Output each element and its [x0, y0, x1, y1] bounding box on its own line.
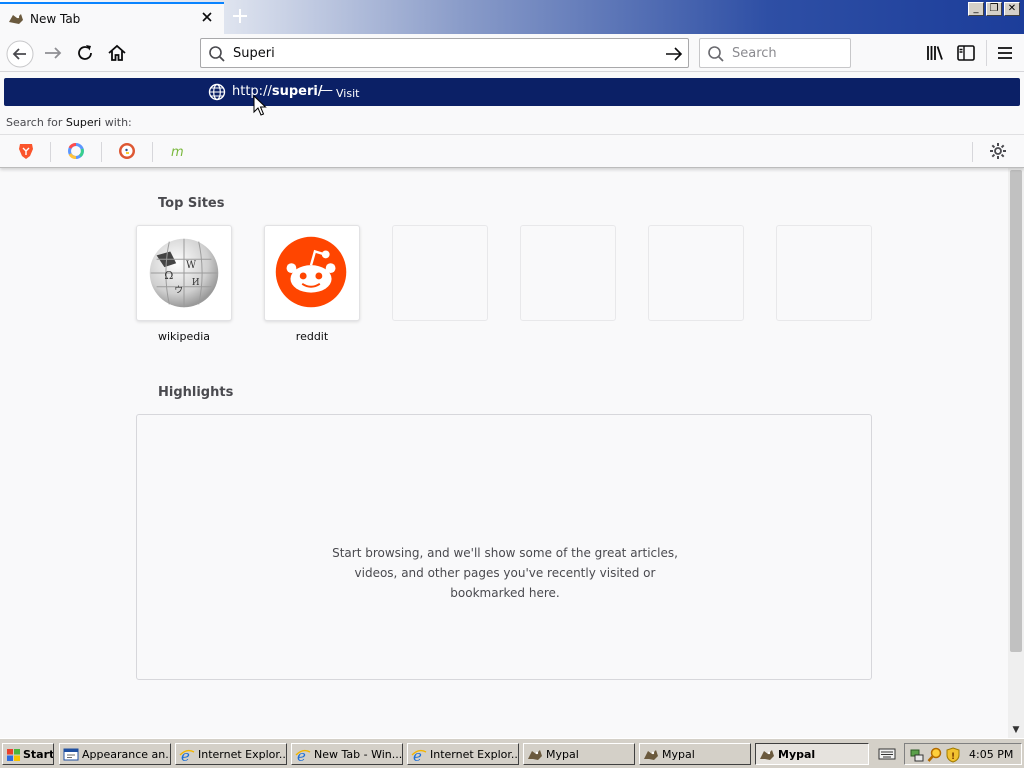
- mypal-favicon-icon: [9, 14, 23, 24]
- engine-separator: [101, 142, 102, 162]
- appearance-icon: [63, 748, 79, 761]
- highlights-empty-message: Start browsing, and we'll show some of t…: [332, 546, 678, 600]
- qwant-icon[interactable]: [66, 141, 86, 161]
- taskbar-button-mypal[interactable]: Mypal: [639, 743, 751, 765]
- autocomplete-selected-row[interactable]: http://superi/ — Visit: [4, 78, 1020, 106]
- system-tray: ! 4:05 PM: [904, 743, 1022, 765]
- reddit-icon: [275, 236, 347, 308]
- one-off-search-engines: m: [0, 134, 1024, 168]
- top-site-placeholder: [648, 225, 744, 321]
- home-icon[interactable]: [106, 42, 128, 64]
- windows-taskbar: Start Appearance an... e Internet Explor…: [0, 738, 1024, 768]
- svg-text:ウ: ウ: [174, 285, 183, 296]
- taskbar-button-mypal-active[interactable]: Mypal: [755, 743, 869, 765]
- mypal-icon: [644, 750, 658, 760]
- library-icon[interactable]: [924, 42, 946, 64]
- wikipedia-icon: Ω W И ウ: [149, 238, 219, 308]
- autocomplete-separator: —: [320, 83, 333, 98]
- brave-icon[interactable]: [16, 141, 36, 161]
- svg-text:m: m: [171, 145, 184, 160]
- start-label: Start: [23, 748, 54, 761]
- top-site-placeholder: [520, 225, 616, 321]
- new-tab-plus-icon[interactable]: [232, 8, 248, 24]
- autocomplete-action: Visit: [336, 87, 360, 100]
- ie-icon: e: [411, 747, 427, 763]
- taskbar-button-internet-explorer[interactable]: e Internet Explor...: [175, 743, 287, 765]
- duckduckgo-icon[interactable]: [117, 141, 137, 161]
- sidebar-icon[interactable]: [955, 42, 977, 64]
- scroll-down-arrow-icon[interactable]: ▼: [1008, 722, 1024, 738]
- tab-new-tab[interactable]: New Tab: [0, 2, 224, 34]
- scrollbar-thumb[interactable]: [1010, 170, 1022, 652]
- forward-icon[interactable]: [42, 42, 64, 64]
- url-input-value[interactable]: Superi: [233, 46, 275, 61]
- svg-text:И: И: [192, 278, 200, 288]
- svg-text:e: e: [297, 747, 306, 763]
- mouse-cursor-icon: [253, 95, 267, 116]
- windows-logo-icon: [7, 749, 20, 761]
- svg-text:W: W: [186, 260, 197, 271]
- menu-hamburger-icon[interactable]: [994, 42, 1016, 64]
- restore-button[interactable]: ❐: [986, 2, 1002, 16]
- go-arrow-icon[interactable]: [664, 44, 684, 64]
- top-site-placeholder: [392, 225, 488, 321]
- top-sites-title: Top Sites: [158, 196, 225, 211]
- engine-separator: [972, 142, 973, 162]
- url-autocomplete-popup: http://superi/ — Visit Search for Superi…: [0, 72, 1024, 168]
- mojeek-icon[interactable]: m: [168, 141, 188, 161]
- top-site-label[interactable]: reddit: [264, 330, 360, 343]
- engine-separator: [152, 142, 153, 162]
- search-icon: [209, 46, 225, 62]
- search-tray-icon[interactable]: [927, 747, 943, 763]
- svg-text:e: e: [413, 747, 422, 763]
- taskbar-clock: 4:05 PM: [969, 748, 1014, 761]
- close-window-button[interactable]: ✕: [1004, 2, 1020, 16]
- globe-icon: [208, 83, 226, 101]
- mypal-icon: [528, 750, 542, 760]
- top-site-label[interactable]: wikipedia: [136, 330, 232, 343]
- back-icon[interactable]: [6, 40, 34, 68]
- top-site-tile-wikipedia[interactable]: Ω W И ウ: [136, 225, 232, 321]
- ie-icon: e: [295, 747, 311, 763]
- network-icon[interactable]: [909, 747, 925, 763]
- reload-icon[interactable]: [74, 42, 96, 64]
- toolbar-separator: [986, 40, 987, 66]
- highlights-title: Highlights: [158, 385, 234, 400]
- new-tab-page: Top Sites Ω W И ウ wikipedia reddit Highl…: [0, 168, 1008, 738]
- start-button[interactable]: Start: [2, 743, 54, 765]
- svg-text:e: e: [181, 747, 190, 763]
- tab-title: New Tab: [30, 12, 81, 26]
- keyboard-icon[interactable]: [878, 747, 896, 761]
- close-tab-icon[interactable]: [200, 10, 214, 24]
- svg-text:!: !: [951, 752, 955, 762]
- taskbar-button-appearance[interactable]: Appearance an...: [59, 743, 171, 765]
- autocomplete-url: http://superi/: [232, 84, 323, 99]
- ie-icon: e: [179, 747, 195, 763]
- tab-strip: New Tab _ ❐ ✕: [0, 0, 1024, 34]
- minimize-button[interactable]: _: [968, 2, 984, 16]
- taskbar-button-new-tab[interactable]: e New Tab - Win...: [291, 743, 403, 765]
- navigation-toolbar: Superi Search: [0, 34, 1024, 72]
- search-with-label: Search for Superi with:: [6, 116, 132, 129]
- svg-text:Ω: Ω: [164, 269, 173, 282]
- page-scrollbar[interactable]: ▼: [1008, 168, 1024, 738]
- engine-separator: [50, 142, 51, 162]
- taskbar-button-mypal[interactable]: Mypal: [523, 743, 635, 765]
- search-placeholder[interactable]: Search: [732, 46, 777, 61]
- highlights-empty-state: Start browsing, and we'll show some of t…: [136, 414, 872, 680]
- top-site-tile-reddit[interactable]: [264, 225, 360, 321]
- taskbar-button-internet-explorer[interactable]: e Internet Explor...: [407, 743, 519, 765]
- security-shield-icon[interactable]: !: [945, 747, 961, 763]
- top-site-placeholder: [776, 225, 872, 321]
- search-bar[interactable]: Search: [699, 38, 851, 68]
- gear-icon[interactable]: [988, 141, 1008, 161]
- search-icon: [708, 46, 724, 62]
- window-controls: _ ❐ ✕: [968, 2, 1020, 16]
- url-bar[interactable]: Superi: [200, 38, 689, 68]
- mypal-icon: [760, 750, 774, 760]
